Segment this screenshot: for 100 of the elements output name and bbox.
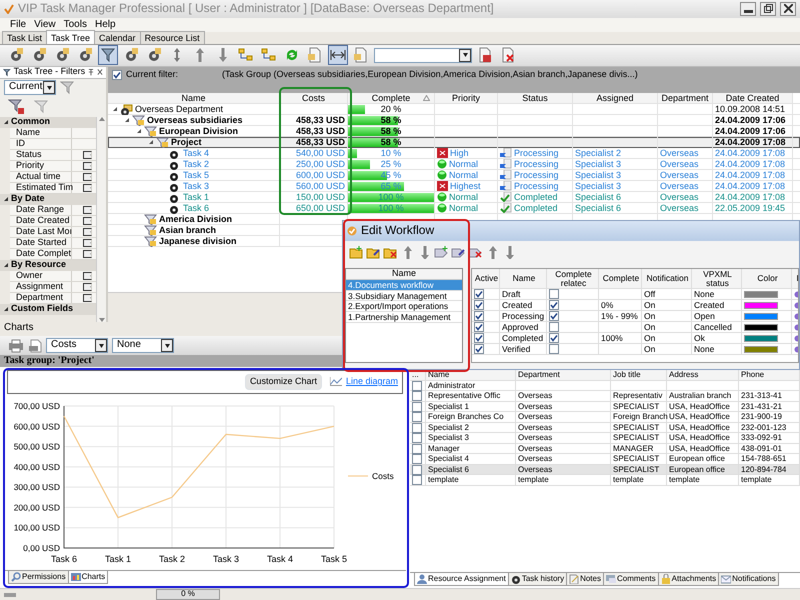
checkbox[interactable] (474, 311, 484, 321)
checkbox[interactable] (412, 444, 422, 454)
tree-row[interactable]: Overseas Department 20 % 10.09.2008 14:51 (108, 104, 800, 115)
tab[interactable]: Notes (566, 573, 604, 586)
resource-row[interactable]: Foreign Branches Co Overseas Foreign Branch USA, HeadOffice 231-900-19 (410, 412, 800, 422)
tab[interactable]: Notifications (718, 573, 779, 586)
customize-chart-button[interactable]: Customize Chart (244, 374, 322, 390)
checkbox[interactable] (412, 402, 422, 412)
dropdown-button[interactable] (83, 206, 92, 214)
resource-row[interactable]: Representative Offic Overseas Representativ Australian branch 231-313-41 (410, 391, 800, 402)
expand-toggle-icon[interactable] (3, 262, 9, 268)
select-field[interactable]: None (112, 338, 174, 353)
add-icon[interactable] (434, 245, 448, 259)
fit-width-button[interactable] (328, 45, 348, 66)
checkbox[interactable] (412, 412, 422, 422)
checkbox[interactable] (412, 391, 422, 401)
checkbox[interactable] (474, 289, 484, 299)
checkbox[interactable] (412, 380, 422, 390)
list-item[interactable]: 2.Export/Import operations (346, 301, 462, 312)
column-header[interactable]: Date Created (713, 92, 793, 103)
checkbox[interactable] (549, 333, 559, 343)
tab[interactable]: Resource List (140, 30, 205, 44)
tab[interactable]: Comments (602, 573, 659, 586)
dropdown-button[interactable] (83, 216, 92, 225)
column-header[interactable]: Name (500, 269, 547, 288)
expand-toggle-icon[interactable] (148, 139, 154, 146)
checkbox[interactable] (474, 333, 484, 343)
tree-row[interactable]: Task 4 540,00 USD 10 % High Processing Specialist 2 Overseas 24.04.2009 17:08 (108, 148, 800, 159)
tab[interactable]: Calendar (94, 30, 141, 44)
close-icon[interactable] (97, 68, 104, 76)
close-button[interactable] (780, 2, 796, 16)
column-header[interactable]: Complete relatec (547, 269, 599, 288)
dropdown-button[interactable] (83, 272, 92, 280)
pin-icon[interactable] (88, 68, 94, 76)
dropdown-button[interactable] (83, 238, 92, 247)
checkbox[interactable] (549, 322, 559, 332)
column-header[interactable]: Assigned (573, 92, 658, 103)
checkbox[interactable] (412, 464, 422, 474)
column-header[interactable]: Active (472, 269, 500, 288)
dropdown-button[interactable] (83, 282, 92, 291)
resource-row[interactable]: Specialist 6 Overseas SPECIALIST European office 120-894-784 (410, 464, 800, 475)
column-header[interactable]: Name (346, 269, 462, 280)
tab[interactable]: Task history (508, 573, 568, 586)
menu-item[interactable]: File (6, 19, 30, 30)
expand-toggle-icon[interactable] (3, 119, 9, 126)
checkbox[interactable] (549, 311, 559, 321)
tab[interactable]: Task Tree (46, 30, 96, 44)
dropdown-button[interactable] (83, 228, 92, 236)
checkbox[interactable] (474, 300, 484, 310)
resource-row[interactable]: Specialist 2 Overseas SPECIALIST USA, HeadOffice 232-001-123 (410, 422, 800, 433)
resource-row[interactable]: Administrator (410, 380, 800, 391)
column-header[interactable]: Color (742, 269, 792, 288)
caret-icon[interactable] (46, 86, 52, 90)
scroll-up-icon[interactable] (98, 116, 104, 121)
checkbox[interactable] (549, 289, 559, 299)
tree-row[interactable]: Task 3 560,00 USD 65 % Highest Processing Specialist 3 Overseas 24.04.2009 17:08 (108, 180, 800, 192)
expand-toggle-icon[interactable] (112, 106, 118, 112)
resource-row[interactable]: template template template template template (410, 475, 800, 486)
filter-button[interactable] (98, 45, 118, 66)
print-preview-icon[interactable] (28, 338, 42, 352)
resource-row[interactable]: Specialist 1 Overseas SPECIALIST USA, HeadOffice 231-431-21 (410, 402, 800, 412)
caret-icon[interactable] (98, 344, 104, 348)
checkbox[interactable] (549, 344, 559, 354)
checkbox[interactable] (412, 454, 422, 464)
caret-icon[interactable] (164, 344, 170, 348)
tree-row[interactable]: Task 1 150,00 USD 100 % Normal Completed Specialist 6 Overseas 24.04.2009 17:08 (108, 192, 800, 203)
tab[interactable]: Task List (2, 30, 48, 44)
resource-row[interactable]: Specialist 3 Overseas SPECIALIST USA, HeadOffice 333-092-91 (410, 433, 800, 444)
restore-button[interactable] (760, 2, 776, 16)
menu-item[interactable]: Help (90, 19, 120, 30)
tab[interactable]: Charts (68, 571, 108, 584)
expand-toggle-icon[interactable] (3, 306, 9, 312)
save-filter-icon[interactable] (8, 98, 26, 115)
column-header[interactable]: Notification (642, 269, 692, 288)
preset-dropdown[interactable]: Current (4, 80, 56, 96)
expand-toggle-icon[interactable] (3, 196, 9, 202)
checkbox[interactable] (549, 300, 559, 310)
column-header[interactable]: I (792, 269, 798, 288)
dropdown-button[interactable] (83, 150, 92, 159)
caret-icon[interactable] (462, 53, 468, 58)
checkbox[interactable] (412, 422, 422, 432)
chart-type-link[interactable]: Line diagram (346, 377, 398, 387)
list-item[interactable]: 3.Subsidiary Management (346, 290, 462, 302)
dropdown-button[interactable] (83, 250, 92, 258)
column-header[interactable]: VPXML status (692, 269, 742, 288)
dropdown-button[interactable] (83, 172, 92, 181)
scrollbar[interactable] (96, 116, 106, 322)
tab[interactable]: Attachments (658, 573, 720, 586)
column-header[interactable]: Priority (435, 92, 498, 103)
menu-item[interactable]: View (30, 19, 60, 30)
expand-toggle-icon[interactable] (136, 128, 142, 134)
checkbox[interactable] (412, 433, 422, 443)
add-icon[interactable] (349, 245, 363, 259)
dropdown-button[interactable] (83, 162, 92, 170)
checkbox[interactable] (474, 344, 484, 354)
tree-row[interactable]: Task 2 250,00 USD 25 % Normal Processing Specialist 3 Overseas 24.04.2009 17:08 (108, 158, 800, 170)
print-icon[interactable] (8, 338, 24, 352)
tree-row[interactable]: Task 6 650,00 USD 100 % Normal Completed Specialist 6 Overseas 22.05.2009 19:45 (108, 202, 800, 214)
select-field[interactable]: Costs (46, 338, 108, 353)
checkbox[interactable] (412, 475, 422, 485)
